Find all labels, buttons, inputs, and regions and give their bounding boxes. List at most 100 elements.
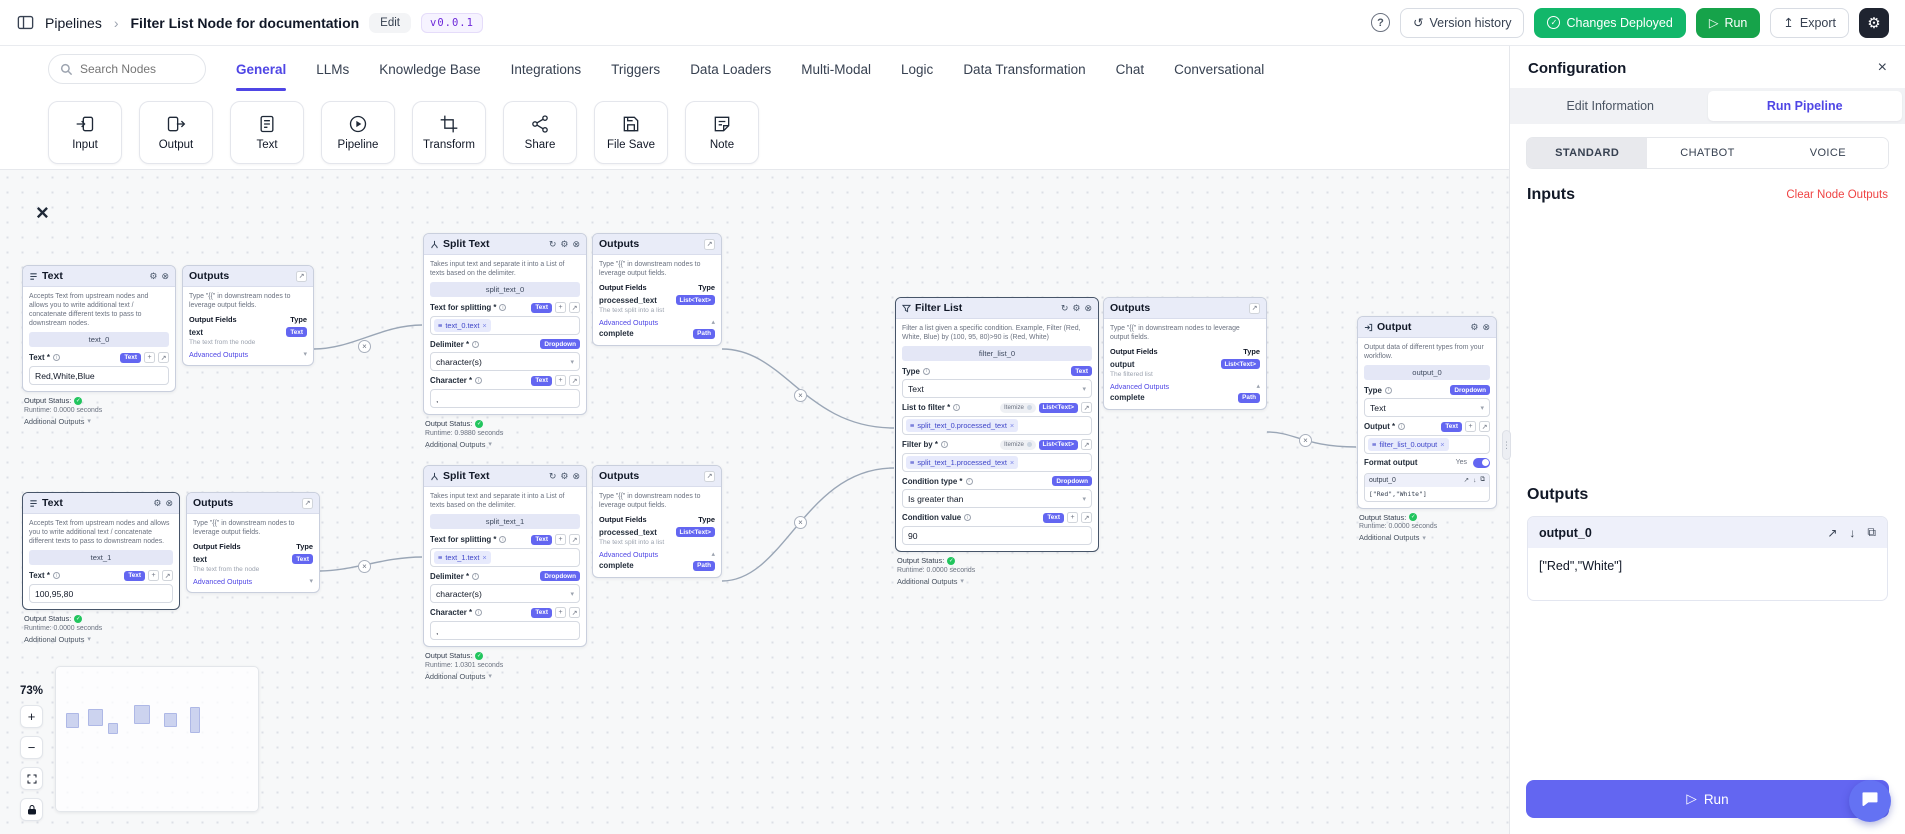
advanced-outputs-toggle[interactable]: Advanced Outputs ▴ <box>1110 382 1260 391</box>
tab-llms[interactable]: LLMs <box>316 48 349 91</box>
panel-close-button[interactable]: × <box>1878 59 1887 77</box>
advanced-outputs-toggle[interactable]: Advanced Outputs ▾ <box>193 577 313 586</box>
settings-button[interactable]: ⚙ <box>1859 7 1889 38</box>
text-value-input[interactable]: 100,95,80 <box>29 584 173 604</box>
additional-outputs-toggle[interactable]: Additional Outputs ▾ <box>425 672 587 681</box>
fit-view-button[interactable] <box>20 767 43 790</box>
node-text-0[interactable]: Text ⚙ ⊗ Accepts Text from upstream node… <box>22 265 176 426</box>
close-icon[interactable]: ⊗ <box>1084 303 1092 313</box>
changes-deployed-button[interactable]: ✓ Changes Deployed <box>1534 7 1686 38</box>
close-icon[interactable]: ⊗ <box>1482 322 1490 332</box>
expand-icon[interactable]: ↗ <box>1464 476 1469 484</box>
add-variable-button[interactable]: + <box>555 375 566 387</box>
canvas-close-button[interactable]: × <box>36 200 49 226</box>
expand-panel-button[interactable]: ↗ <box>1249 302 1260 314</box>
itemize-toggle[interactable]: Itemize <box>1000 402 1036 413</box>
tab-general[interactable]: General <box>236 48 287 91</box>
outputs-panel-split-text-1[interactable]: Outputs ↗ Type "{{" in downstream nodes … <box>592 465 722 578</box>
variable-input[interactable]: ≡ split_text_1.processed_text × <box>902 453 1092 473</box>
expand-panel-button[interactable]: ↗ <box>302 497 313 509</box>
add-variable-button[interactable]: + <box>144 352 155 364</box>
type-select[interactable]: Text ▾ <box>902 379 1092 399</box>
info-icon[interactable]: i <box>940 441 948 449</box>
expand-field-button[interactable]: ↗ <box>569 375 580 387</box>
tab-edit-information[interactable]: Edit Information <box>1513 91 1708 121</box>
tab-data-transformation[interactable]: Data Transformation <box>963 48 1085 91</box>
chat-button[interactable] <box>1849 780 1891 822</box>
additional-outputs-toggle[interactable]: Additional Outputs ▾ <box>24 635 180 644</box>
itemize-toggle[interactable]: Itemize <box>1000 439 1036 450</box>
additional-outputs-toggle[interactable]: Additional Outputs ▾ <box>897 577 1099 586</box>
delimiter-select[interactable]: character(s) ▾ <box>430 352 580 372</box>
expand-panel-button[interactable]: ↗ <box>704 238 715 250</box>
expand-field-button[interactable]: ↗ <box>1081 402 1092 414</box>
info-icon[interactable]: i <box>475 377 483 385</box>
card-text[interactable]: Text <box>230 101 304 164</box>
info-icon[interactable]: i <box>965 477 973 485</box>
refresh-icon[interactable]: ↻ <box>1061 303 1069 313</box>
variable-chip[interactable]: ≡ text_0.text × <box>434 319 491 333</box>
version-history-button[interactable]: ↺ Version history <box>1400 7 1525 38</box>
character-input[interactable]: , <box>430 389 580 409</box>
additional-outputs-toggle[interactable]: Additional Outputs ▾ <box>24 417 176 426</box>
subtab-chatbot[interactable]: CHATBOT <box>1647 138 1768 168</box>
clear-node-outputs-link[interactable]: Clear Node Outputs <box>1786 189 1888 201</box>
info-icon[interactable]: i <box>472 340 480 348</box>
info-icon[interactable]: i <box>499 304 507 312</box>
outputs-panel-text-0[interactable]: Outputs ↗ Type "{{" in downstream nodes … <box>182 265 314 366</box>
zoom-in-button[interactable]: + <box>20 705 43 728</box>
expand-field-button[interactable]: ↗ <box>1081 512 1092 524</box>
character-input[interactable]: , <box>430 621 580 641</box>
chip-remove-icon[interactable]: × <box>1010 458 1014 467</box>
info-icon[interactable]: i <box>964 514 972 522</box>
node-split-text-0[interactable]: Split Text ↻ ⚙ ⊗ Takes input text and se… <box>423 233 587 449</box>
tab-triggers[interactable]: Triggers <box>611 48 660 91</box>
expand-field-button[interactable]: ↗ <box>569 534 580 546</box>
breadcrumb-pipelines[interactable]: Pipelines <box>45 15 102 31</box>
variable-chip[interactable]: ≡ filter_list_0.output × <box>1368 438 1449 452</box>
expand-panel-button[interactable]: ↗ <box>296 270 307 282</box>
info-icon[interactable]: i <box>953 404 961 412</box>
additional-outputs-toggle[interactable]: Additional Outputs ▾ <box>1359 533 1497 542</box>
outputs-panel-split-text-0[interactable]: Outputs ↗ Type "{{" in downstream nodes … <box>592 233 722 346</box>
export-button[interactable]: ↥ Export <box>1770 7 1849 38</box>
variable-input[interactable]: ≡ filter_list_0.output × <box>1364 435 1490 455</box>
gear-icon[interactable]: ⚙ <box>1470 322 1478 332</box>
add-variable-button[interactable]: + <box>555 534 566 546</box>
gear-icon[interactable]: ⚙ <box>149 271 157 281</box>
expand-panel-button[interactable]: ↗ <box>704 470 715 482</box>
tab-chat[interactable]: Chat <box>1116 48 1145 91</box>
card-transform[interactable]: Transform <box>412 101 486 164</box>
advanced-outputs-toggle[interactable]: Advanced Outputs ▾ <box>189 350 307 359</box>
close-icon[interactable]: ⊗ <box>165 498 173 508</box>
edge-delete-button[interactable]: × <box>1299 434 1312 447</box>
node-output-0[interactable]: Output ⚙ ⊗ Output data of different type… <box>1357 316 1497 542</box>
outputs-panel-text-1[interactable]: Outputs ↗ Type "{{" in downstream nodes … <box>186 492 320 593</box>
expand-field-button[interactable]: ↗ <box>569 607 580 619</box>
subtab-standard[interactable]: STANDARD <box>1527 138 1648 168</box>
tab-knowledge-base[interactable]: Knowledge Base <box>379 48 480 91</box>
expand-field-button[interactable]: ↗ <box>162 570 173 582</box>
variable-input[interactable]: ≡ split_text_0.processed_text × <box>902 416 1092 436</box>
add-variable-button[interactable]: + <box>555 302 566 314</box>
run-pipeline-button[interactable]: ▷ Run <box>1526 780 1889 818</box>
info-icon[interactable]: i <box>499 536 507 544</box>
expand-field-button[interactable]: ↗ <box>1479 421 1490 433</box>
condition-value-input[interactable]: 90 <box>902 526 1092 546</box>
card-note[interactable]: Note <box>685 101 759 164</box>
card-file-save[interactable]: File Save <box>594 101 668 164</box>
node-text-1[interactable]: Text ⚙ ⊗ Accepts Text from upstream node… <box>22 492 180 644</box>
expand-field-button[interactable]: ↗ <box>569 302 580 314</box>
text-value-input[interactable]: Red,White,Blue <box>29 366 169 386</box>
outputs-panel-filter-list-0[interactable]: Outputs ↗ Type "{{" in downstream nodes … <box>1103 297 1267 410</box>
add-variable-button[interactable]: + <box>1067 512 1078 524</box>
minimap[interactable] <box>55 666 259 812</box>
edge-delete-button[interactable]: × <box>358 340 371 353</box>
lock-button[interactable] <box>20 798 43 821</box>
node-split-text-1[interactable]: Split Text ↻ ⚙ ⊗ Takes input text and se… <box>423 465 587 681</box>
tab-run-pipeline[interactable]: Run Pipeline <box>1707 91 1902 121</box>
node-filter-list-0[interactable]: Filter List ↻ ⚙ ⊗ Filter a list given a … <box>895 297 1099 586</box>
info-icon[interactable]: i <box>52 572 60 580</box>
card-pipeline[interactable]: Pipeline <box>321 101 395 164</box>
refresh-icon[interactable]: ↻ <box>549 239 557 249</box>
